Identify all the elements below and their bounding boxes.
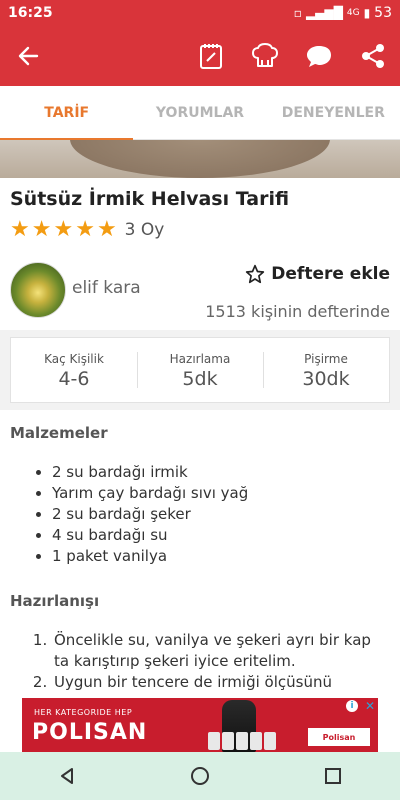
- notepad-icon: [200, 44, 222, 69]
- ad-product-image: [208, 732, 276, 750]
- stat-label: Hazırlama: [169, 352, 231, 366]
- stat-label: Kaç Kişilik: [44, 352, 104, 366]
- list-item: 2 su bardağı şeker: [52, 504, 248, 525]
- ad-brand: POLISAN: [32, 720, 148, 745]
- circle-home-icon: [190, 767, 209, 785]
- star-icon: ★: [53, 217, 74, 242]
- ad-logo: Polisan: [308, 728, 370, 746]
- stat-value: 5dk: [182, 368, 218, 390]
- add-to-notebook-label: Deftere ekle: [271, 264, 390, 284]
- star-icon: ★: [10, 217, 30, 242]
- chat-bubble-icon: [307, 46, 331, 67]
- preparation-title: Hazırlanışı: [10, 592, 100, 610]
- tab-recipe[interactable]: TARİF: [0, 86, 134, 140]
- battery-icon: ▮: [363, 6, 371, 20]
- share-icon: [362, 44, 384, 68]
- nav-recents-button[interactable]: [303, 752, 363, 800]
- notification-icon: ▫: [293, 6, 302, 20]
- list-item: 1 paket vanilya: [52, 546, 248, 567]
- list-item: 4 su bardağı su: [52, 525, 248, 546]
- tab-comments[interactable]: YORUMLAR: [133, 86, 266, 139]
- chef-button[interactable]: [238, 26, 292, 86]
- stat-cook-time: Pişirme 30dk: [263, 338, 389, 402]
- star-icon: ★: [31, 217, 52, 242]
- status-icons: ▫ ▂▄▆█ 4G ▮ 53: [294, 5, 392, 21]
- status-time: 16:25: [8, 5, 53, 21]
- avatar[interactable]: [10, 262, 66, 318]
- tab-tried[interactable]: DENEYENLER: [267, 86, 400, 139]
- stat-value: 4-6: [58, 368, 90, 390]
- list-item: Yarım çay bardağı sıvı yağ: [52, 483, 248, 504]
- ad-info-icon[interactable]: i: [346, 700, 358, 712]
- ingredients-title: Malzemeler: [10, 424, 108, 442]
- star-outline-icon: [246, 264, 265, 284]
- recipe-title: Sütsüz İrmik Helvası Tarifi: [10, 188, 290, 210]
- nav-home-button[interactable]: [170, 752, 230, 800]
- recipe-photo: [0, 140, 400, 178]
- comments-button[interactable]: [292, 26, 346, 86]
- rating[interactable]: ★ ★ ★ ★ ★ 3 Oy: [10, 218, 164, 242]
- stat-servings: Kaç Kişilik 4-6: [11, 338, 137, 402]
- nav-back-button[interactable]: [37, 752, 97, 800]
- stat-value: 30dk: [302, 368, 350, 390]
- ad-banner[interactable]: HER KATEGORIDE HEP POLISAN Polisan i ✕: [22, 698, 378, 752]
- preparation-steps: Öncelikle su, vanilya ve şekeri ayrı bir…: [52, 630, 388, 693]
- recipe-stats: Kaç Kişilik 4-6 Hazırlama 5dk Pişirme 30…: [10, 337, 390, 403]
- app-bar: [0, 26, 400, 86]
- share-button[interactable]: [346, 26, 400, 86]
- signal-icon: ▂▄▆█: [305, 6, 343, 20]
- list-item: Öncelikle su, vanilya ve şekeri ayrı bir…: [52, 630, 388, 672]
- back-button[interactable]: [0, 26, 56, 86]
- ad-close-icon[interactable]: ✕: [365, 699, 375, 713]
- list-item: Uygun bir tencere de irmiği ölçüsünü: [52, 672, 388, 693]
- add-to-notebook-button[interactable]: Deftere ekle: [245, 264, 390, 284]
- author-row: elif kara Deftere ekle 1513 kişinin deft…: [10, 258, 390, 324]
- system-nav-bar: [0, 752, 400, 800]
- ad-tagline: HER KATEGORIDE HEP: [34, 708, 133, 717]
- star-icon: ★: [96, 217, 117, 242]
- ingredients-list: 2 su bardağı irmik Yarım çay bardağı sıv…: [52, 462, 248, 567]
- battery-level: 53: [374, 5, 392, 21]
- chef-hat-icon: [252, 43, 278, 67]
- vote-count: 3 Oy: [124, 220, 165, 240]
- notebook-count: 1513 kişinin defterinde: [205, 302, 390, 321]
- status-bar: 16:25 ▫ ▂▄▆█ 4G ▮ 53: [0, 0, 400, 26]
- back-arrow-icon: [18, 46, 39, 66]
- list-item: 2 su bardağı irmik: [52, 462, 248, 483]
- star-icon: ★: [75, 217, 95, 242]
- triangle-back-icon: [60, 768, 73, 784]
- author-name[interactable]: elif kara: [72, 278, 141, 298]
- notepad-button[interactable]: [184, 26, 238, 86]
- stat-label: Pişirme: [304, 352, 348, 366]
- square-recents-icon: [325, 768, 342, 784]
- stat-prep-time: Hazırlama 5dk: [137, 338, 263, 402]
- network-label: 4G: [346, 8, 360, 18]
- tab-bar: TARİF YORUMLAR DENEYENLER: [0, 86, 400, 140]
